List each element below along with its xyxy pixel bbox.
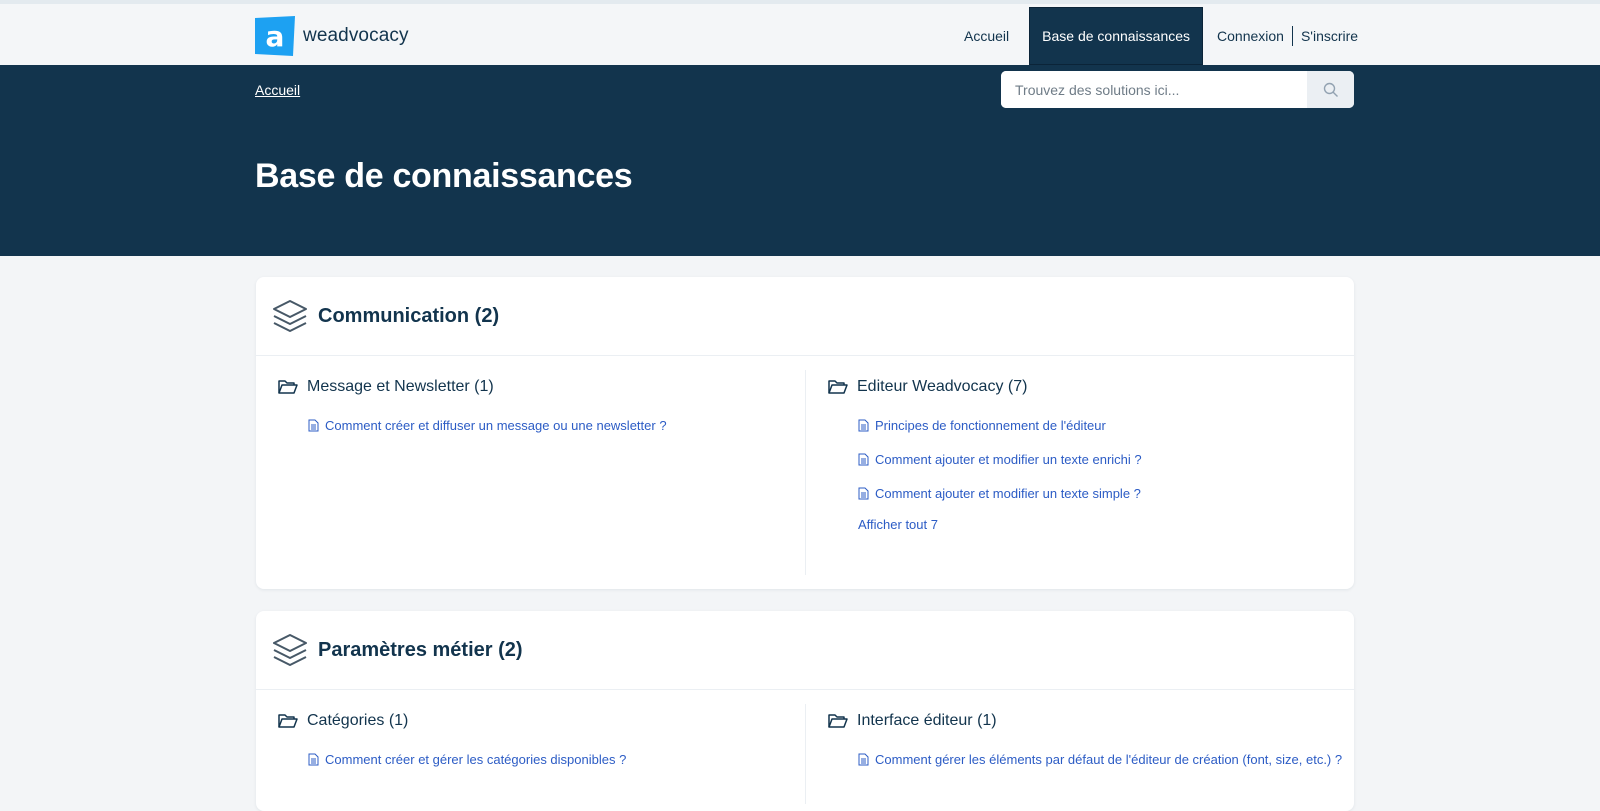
article-list: Comment créer et gérer les catégories di… (278, 752, 805, 767)
layers-icon (273, 634, 307, 666)
article-link[interactable]: Comment gérer les éléments par défaut de… (858, 752, 1354, 767)
folder-title: Interface éditeur (1) (857, 712, 997, 729)
folder-section: Message et Newsletter (1) Comment créer … (256, 356, 805, 588)
nav-home[interactable]: Accueil (952, 7, 1021, 65)
article-title: Comment gérer les éléments par défaut de… (875, 752, 1343, 767)
article-link[interactable]: Comment ajouter et modifier un texte sim… (858, 486, 1354, 501)
article-title: Comment ajouter et modifier un texte sim… (875, 486, 1141, 501)
nav-knowledge-base[interactable]: Base de connaissances (1029, 7, 1204, 65)
folder-title: Catégories (1) (307, 712, 409, 729)
folder-section: Editeur Weadvocacy (7) Principes de fonc… (805, 370, 1354, 575)
folder-section: Interface éditeur (1) Comment gérer les … (805, 704, 1354, 804)
category-title: Communication (2) (318, 304, 500, 327)
category-header[interactable]: Communication (2) (256, 277, 1354, 356)
show-all-link[interactable]: Afficher tout 7 (828, 517, 1354, 532)
page-title: Base de connaissances (255, 157, 633, 195)
brand-name: weadvocacy (303, 25, 409, 46)
category-card: Paramètres métier (2) Catégories (1) Com… (256, 611, 1354, 811)
category-header[interactable]: Paramètres métier (2) (256, 611, 1354, 690)
folder-open-icon (828, 714, 848, 728)
article-title: Comment créer et gérer les catégories di… (325, 752, 627, 767)
logo-icon: a (255, 16, 295, 56)
nav-divider (1291, 26, 1293, 46)
article-link[interactable]: Comment créer et diffuser un message ou … (308, 418, 805, 433)
category-title: Paramètres métier (2) (318, 638, 523, 661)
search-box (1001, 71, 1354, 108)
folder-link[interactable]: Editeur Weadvocacy (7) (828, 378, 1354, 396)
svg-text:a: a (266, 20, 285, 53)
document-icon (858, 753, 869, 766)
folder-open-icon (828, 380, 848, 394)
article-title: Comment ajouter et modifier un texte enr… (875, 452, 1142, 467)
folder-open-icon (278, 380, 298, 394)
folder-link[interactable]: Interface éditeur (1) (828, 712, 1354, 730)
folder-link[interactable]: Catégories (1) (278, 712, 805, 730)
document-icon (858, 453, 869, 466)
main-nav: Accueil Base de connaissances Connexion … (952, 7, 1364, 65)
breadcrumb-home[interactable]: Accueil (255, 82, 300, 98)
article-list: Comment gérer les éléments par défaut de… (828, 752, 1354, 767)
document-icon (308, 753, 319, 766)
article-title: Principes de fonctionnement de l'éditeur (875, 418, 1106, 433)
search-icon (1323, 82, 1338, 97)
hero-banner: Accueil Base de connaissances (0, 65, 1600, 256)
document-icon (858, 487, 869, 500)
article-link[interactable]: Comment ajouter et modifier un texte enr… (858, 452, 1354, 467)
folder-link[interactable]: Message et Newsletter (1) (278, 378, 805, 396)
article-list: Principes de fonctionnement de l'éditeur… (828, 418, 1354, 501)
site-header: a weadvocacy Accueil Base de connaissanc… (0, 4, 1600, 65)
folder-section: Catégories (1) Comment créer et gérer le… (256, 690, 805, 804)
layers-icon (273, 300, 307, 332)
folder-open-icon (278, 714, 298, 728)
article-list: Comment créer et diffuser un message ou … (278, 418, 805, 433)
article-link[interactable]: Comment créer et gérer les catégories di… (308, 752, 805, 767)
article-title: Comment créer et diffuser un message ou … (325, 418, 667, 433)
nav-login[interactable]: Connexion (1211, 7, 1290, 65)
folder-title: Editeur Weadvocacy (7) (857, 378, 1028, 395)
nav-signup[interactable]: S'inscrire (1295, 7, 1364, 65)
document-icon (308, 419, 319, 432)
category-card: Communication (2) Message et Newsletter … (256, 277, 1354, 589)
article-link[interactable]: Principes de fonctionnement de l'éditeur (858, 418, 1354, 433)
search-button[interactable] (1307, 71, 1354, 108)
document-icon (858, 419, 869, 432)
folder-title: Message et Newsletter (1) (307, 378, 494, 395)
search-input[interactable] (1001, 71, 1307, 108)
brand-logo[interactable]: a weadvocacy (255, 16, 409, 56)
